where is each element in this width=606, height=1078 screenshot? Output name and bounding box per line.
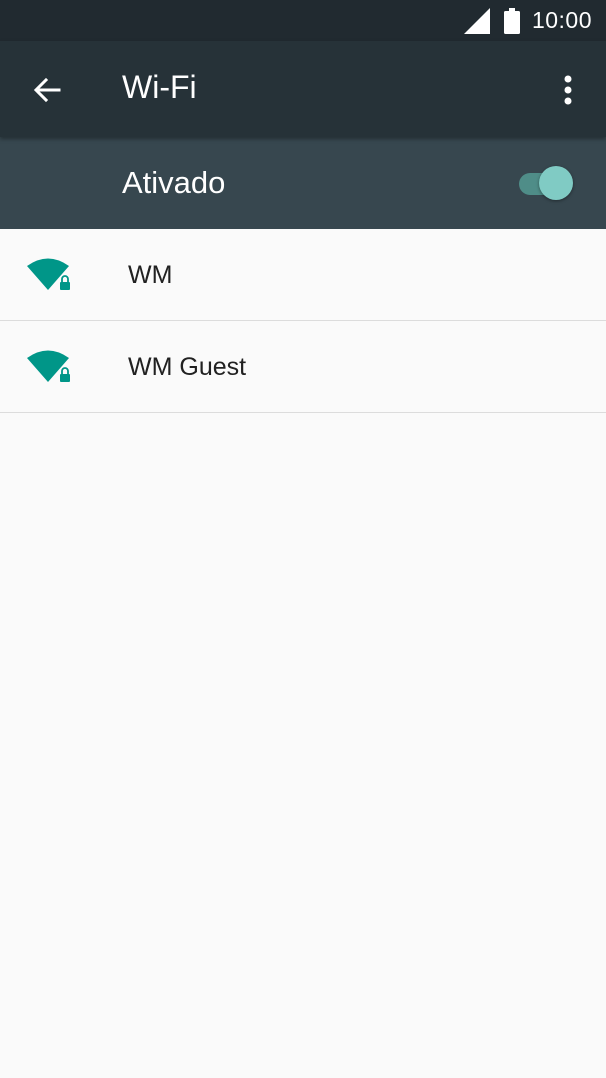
- status-time: 10:00: [531, 7, 592, 33]
- more-vert-icon: [564, 75, 572, 105]
- status-bar: 10:00: [0, 0, 606, 41]
- app-bar: Wi-Fi: [0, 41, 606, 137]
- network-list: WM WM Guest: [0, 229, 606, 413]
- wifi-toggle-switch[interactable]: [517, 164, 575, 204]
- overflow-menu-button[interactable]: [548, 65, 588, 115]
- wifi-switch-label: Ativado: [122, 165, 226, 200]
- list-item[interactable]: WM: [0, 229, 606, 321]
- network-ssid: WM Guest: [128, 353, 247, 381]
- battery-icon: [503, 7, 520, 34]
- wifi-master-switch-bar[interactable]: Ativado: [0, 137, 606, 229]
- network-ssid: WM: [128, 261, 173, 289]
- cell-signal-icon: [463, 7, 490, 34]
- back-button[interactable]: [22, 65, 72, 115]
- page-title: Wi-Fi: [122, 69, 197, 105]
- toggle-thumb: [539, 166, 573, 200]
- arrow-back-icon: [33, 77, 61, 103]
- wifi-lock-icon: [27, 258, 70, 290]
- list-item[interactable]: WM Guest: [0, 321, 606, 413]
- wifi-lock-icon: [27, 350, 70, 382]
